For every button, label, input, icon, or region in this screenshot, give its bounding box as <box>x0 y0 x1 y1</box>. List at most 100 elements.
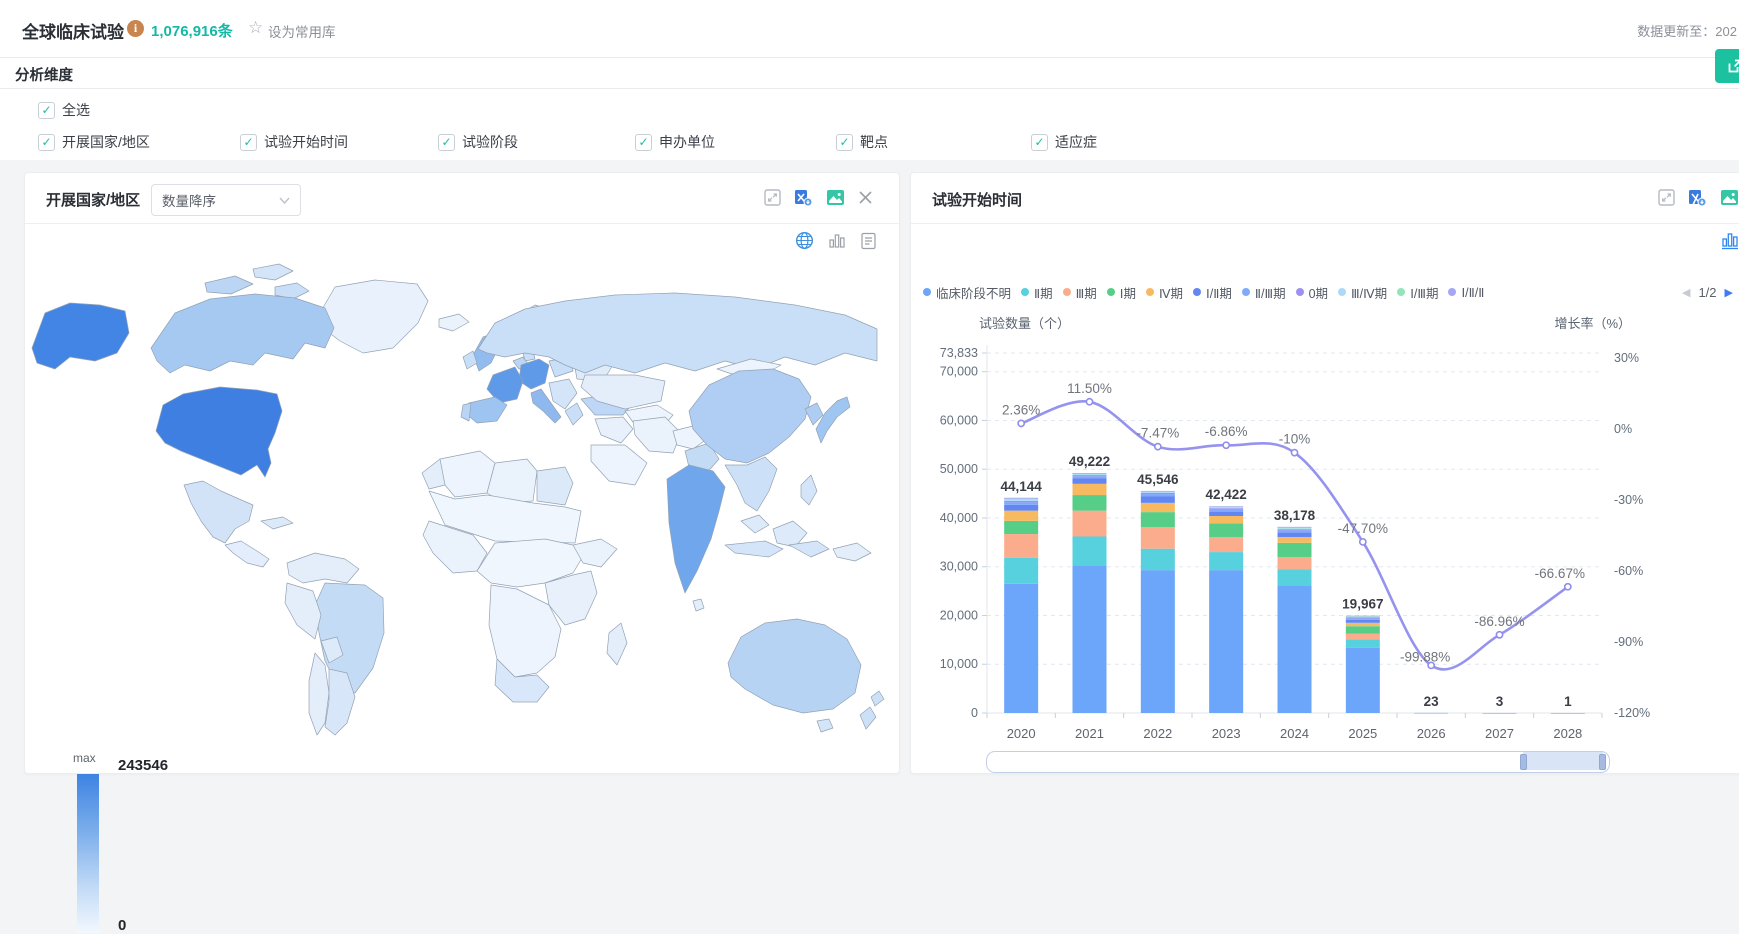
svg-text:2027: 2027 <box>1485 726 1514 741</box>
map-view-icon[interactable] <box>795 231 814 250</box>
checkbox-dimension-5[interactable]: ✓ 靶点 <box>836 132 888 152</box>
svg-text:2021: 2021 <box>1075 726 1104 741</box>
svg-text:-60%: -60% <box>1614 564 1643 578</box>
svg-text:45,546: 45,546 <box>1137 472 1179 487</box>
checkbox-glyph: ✓ <box>240 134 257 151</box>
svg-text:-90%: -90% <box>1614 635 1643 649</box>
excel-download-icon[interactable] <box>1688 188 1707 207</box>
checkbox-label: 试验阶段 <box>462 132 518 152</box>
svg-text:73,833: 73,833 <box>940 346 978 360</box>
checkbox-label: 试验开始时间 <box>264 132 348 152</box>
fullscreen-icon[interactable] <box>764 189 781 206</box>
chevron-down-icon <box>279 197 290 204</box>
svg-text:20,000: 20,000 <box>940 608 978 622</box>
svg-text:0: 0 <box>971 706 978 720</box>
barchart-view-icon[interactable] <box>1721 231 1739 250</box>
left-card-title: 开展国家/地区 <box>46 189 140 210</box>
barchart-view-icon[interactable] <box>828 232 846 250</box>
map-legend-gradient[interactable] <box>77 774 99 933</box>
open-external-button[interactable] <box>1715 49 1739 83</box>
checkbox-label: 靶点 <box>860 132 888 152</box>
checkbox-dimension-2[interactable]: ✓ 试验开始时间 <box>240 132 348 152</box>
checkbox-glyph: ✓ <box>1031 134 1048 151</box>
svg-text:19,967: 19,967 <box>1342 597 1383 612</box>
trial-start-time-chart[interactable]: 73,833 70,000 60,000 50,000 40,000 30,000 20,0… <box>911 288 1739 761</box>
map-legend-max-label: max <box>73 751 96 765</box>
svg-text:23: 23 <box>1424 694 1440 709</box>
right-card-title: 试验开始时间 <box>932 189 1022 210</box>
checkbox-label: 全选 <box>62 100 90 120</box>
svg-text:10,000: 10,000 <box>940 657 978 671</box>
svg-text:-7.47%: -7.47% <box>1136 426 1179 441</box>
info-icon[interactable]: i <box>127 20 144 37</box>
left-view-switcher <box>795 231 877 250</box>
image-export-icon[interactable] <box>1720 188 1739 207</box>
svg-text:-30%: -30% <box>1614 493 1643 507</box>
excel-download-icon[interactable] <box>794 188 813 207</box>
checkbox-dimension-3[interactable]: ✓ 试验阶段 <box>438 132 518 152</box>
svg-text:2020: 2020 <box>1007 726 1036 741</box>
checkbox-label: 申办单位 <box>659 132 715 152</box>
datazoom-selection[interactable] <box>1523 752 1603 770</box>
datazoom-slider[interactable] <box>986 751 1610 773</box>
svg-text:-66.67%: -66.67% <box>1535 566 1585 581</box>
svg-text:44,144: 44,144 <box>1001 479 1043 494</box>
map-legend-min-value: 0 <box>118 917 126 934</box>
left-card-header: 开展国家/地区 数量降序 <box>25 173 899 224</box>
checkbox-label: 开展国家/地区 <box>62 132 150 152</box>
country-region-panel: 开展国家/地区 数量降序 <box>24 172 900 774</box>
image-export-icon[interactable] <box>826 188 845 207</box>
checkbox-glyph: ✓ <box>438 134 455 151</box>
header-divider <box>0 57 1739 58</box>
svg-text:2026: 2026 <box>1417 726 1446 741</box>
svg-text:2028: 2028 <box>1553 726 1582 741</box>
svg-text:2.36%: 2.36% <box>1002 402 1040 417</box>
checkbox-dimension-4[interactable]: ✓ 申办单位 <box>635 132 715 152</box>
svg-text:40,000: 40,000 <box>940 511 978 525</box>
svg-text:60,000: 60,000 <box>940 413 978 427</box>
svg-text:2023: 2023 <box>1212 726 1241 741</box>
svg-text:2022: 2022 <box>1143 726 1172 741</box>
svg-text:-10%: -10% <box>1279 432 1311 447</box>
checkbox-select-all[interactable]: ✓ 全选 <box>38 100 90 120</box>
checkbox-glyph: ✓ <box>635 134 652 151</box>
svg-text:3: 3 <box>1496 694 1504 709</box>
svg-text:-120%: -120% <box>1614 706 1650 720</box>
table-view-icon[interactable] <box>860 232 877 250</box>
svg-text:-6.86%: -6.86% <box>1205 424 1248 439</box>
page: 全球临床试验 i 1,076,916条 ☆ 设为常用库 数据更新至：202 分析… <box>0 0 1739 760</box>
svg-text:49,222: 49,222 <box>1069 454 1110 469</box>
trial-start-time-panel: 试验开始时间 <box>910 172 1739 774</box>
checkbox-glyph: ✓ <box>38 102 55 119</box>
world-map-canvas[interactable] <box>25 253 899 763</box>
svg-text:试验数量（个）: 试验数量（个） <box>979 316 1070 331</box>
checkbox-dimension-1[interactable]: ✓开展国家/地区 <box>38 132 150 152</box>
svg-text:2025: 2025 <box>1348 726 1377 741</box>
analysis-dimensions-title: 分析维度 <box>15 64 73 85</box>
svg-text:30%: 30% <box>1614 351 1639 365</box>
svg-text:-86.96%: -86.96% <box>1474 614 1524 629</box>
svg-text:50,000: 50,000 <box>940 462 978 476</box>
close-icon[interactable] <box>858 190 873 205</box>
datazoom-handle-left[interactable] <box>1520 754 1527 770</box>
star-icon[interactable]: ☆ <box>248 18 263 38</box>
sort-order-select[interactable]: 数量降序 <box>151 184 301 216</box>
svg-text:增长率（%）: 增长率（%） <box>1554 316 1631 331</box>
svg-text:42,422: 42,422 <box>1206 487 1247 502</box>
svg-text:0%: 0% <box>1614 422 1632 436</box>
checkbox-glyph: ✓ <box>836 134 853 151</box>
svg-text:70,000: 70,000 <box>940 365 978 379</box>
svg-text:2024: 2024 <box>1280 726 1309 741</box>
checkbox-label: 适应症 <box>1055 132 1097 152</box>
page-title: 全球临床试验 <box>22 18 124 43</box>
svg-text:11.50%: 11.50% <box>1067 381 1112 396</box>
fullscreen-icon[interactable] <box>1658 189 1675 206</box>
right-card-header: 试验开始时间 <box>911 173 1739 224</box>
right-view-switcher <box>1721 231 1739 250</box>
sort-order-value: 数量降序 <box>162 190 216 210</box>
datazoom-handle-right[interactable] <box>1599 754 1606 770</box>
section-divider <box>0 88 1739 89</box>
checkbox-dimension-6[interactable]: ✓ 适应症 <box>1031 132 1097 152</box>
set-favorite-button[interactable]: 设为常用库 <box>268 21 336 41</box>
svg-text:30,000: 30,000 <box>940 560 978 574</box>
